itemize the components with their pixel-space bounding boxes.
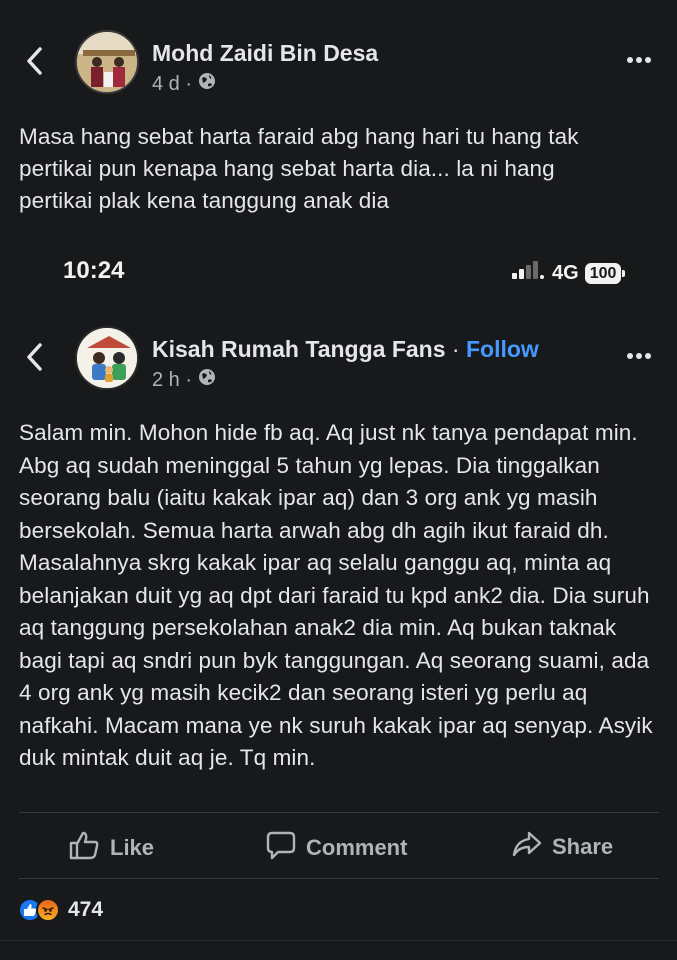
bottom-divider — [0, 940, 677, 941]
globe-icon — [198, 72, 216, 96]
status-time: 10:24 — [63, 257, 125, 284]
embedded-post-time: 2 h · — [152, 368, 193, 391]
more-options-icon[interactable] — [626, 56, 652, 64]
comment-icon — [266, 830, 296, 866]
like-icon — [68, 830, 100, 866]
page-avatar[interactable] — [75, 326, 139, 390]
back-button[interactable] — [24, 46, 46, 76]
page-name[interactable]: Kisah Rumah Tangga Fans — [152, 336, 446, 362]
like-button[interactable]: Like — [68, 830, 154, 866]
reactions-summary[interactable]: 474 — [18, 898, 103, 922]
comment-label: Comment — [306, 835, 408, 860]
embedded-post-text: Salam min. Mohon hide fb aq. Aq just nk … — [19, 420, 653, 770]
post-time: 4 d · — [152, 72, 193, 95]
post-meta: 4 d · — [152, 72, 216, 96]
globe-icon — [198, 368, 216, 392]
author-avatar[interactable] — [75, 30, 139, 94]
signal-icon — [512, 260, 546, 286]
actions-top-divider — [19, 812, 659, 813]
share-button[interactable]: Share — [512, 830, 613, 864]
like-label: Like — [110, 835, 155, 860]
share-icon — [512, 830, 542, 864]
reaction-count: 474 — [68, 898, 104, 921]
actions-bottom-divider — [19, 878, 659, 879]
angry-reaction-icon — [36, 898, 60, 922]
author-name[interactable]: Mohd Zaidi Bin Desa — [152, 40, 378, 67]
status-indicators: 4G 100 — [512, 260, 626, 286]
page-name-line: Kisah Rumah Tangga Fans · Follow — [152, 336, 539, 363]
battery-tip — [622, 269, 626, 277]
battery-icon: 100 — [584, 262, 622, 284]
comment-button[interactable]: Comment — [266, 830, 407, 866]
embedded-post-meta: 2 h · — [152, 368, 216, 392]
embedded-more-options-icon[interactable] — [626, 352, 652, 360]
name-separator: · — [445, 336, 466, 362]
share-label: Share — [552, 834, 614, 859]
follow-button[interactable]: Follow — [466, 336, 539, 362]
network-label: 4G — [552, 261, 579, 284]
post-text: Masa hang sebat harta faraid abg hang ha… — [19, 124, 579, 213]
embedded-back-button[interactable] — [24, 342, 46, 372]
